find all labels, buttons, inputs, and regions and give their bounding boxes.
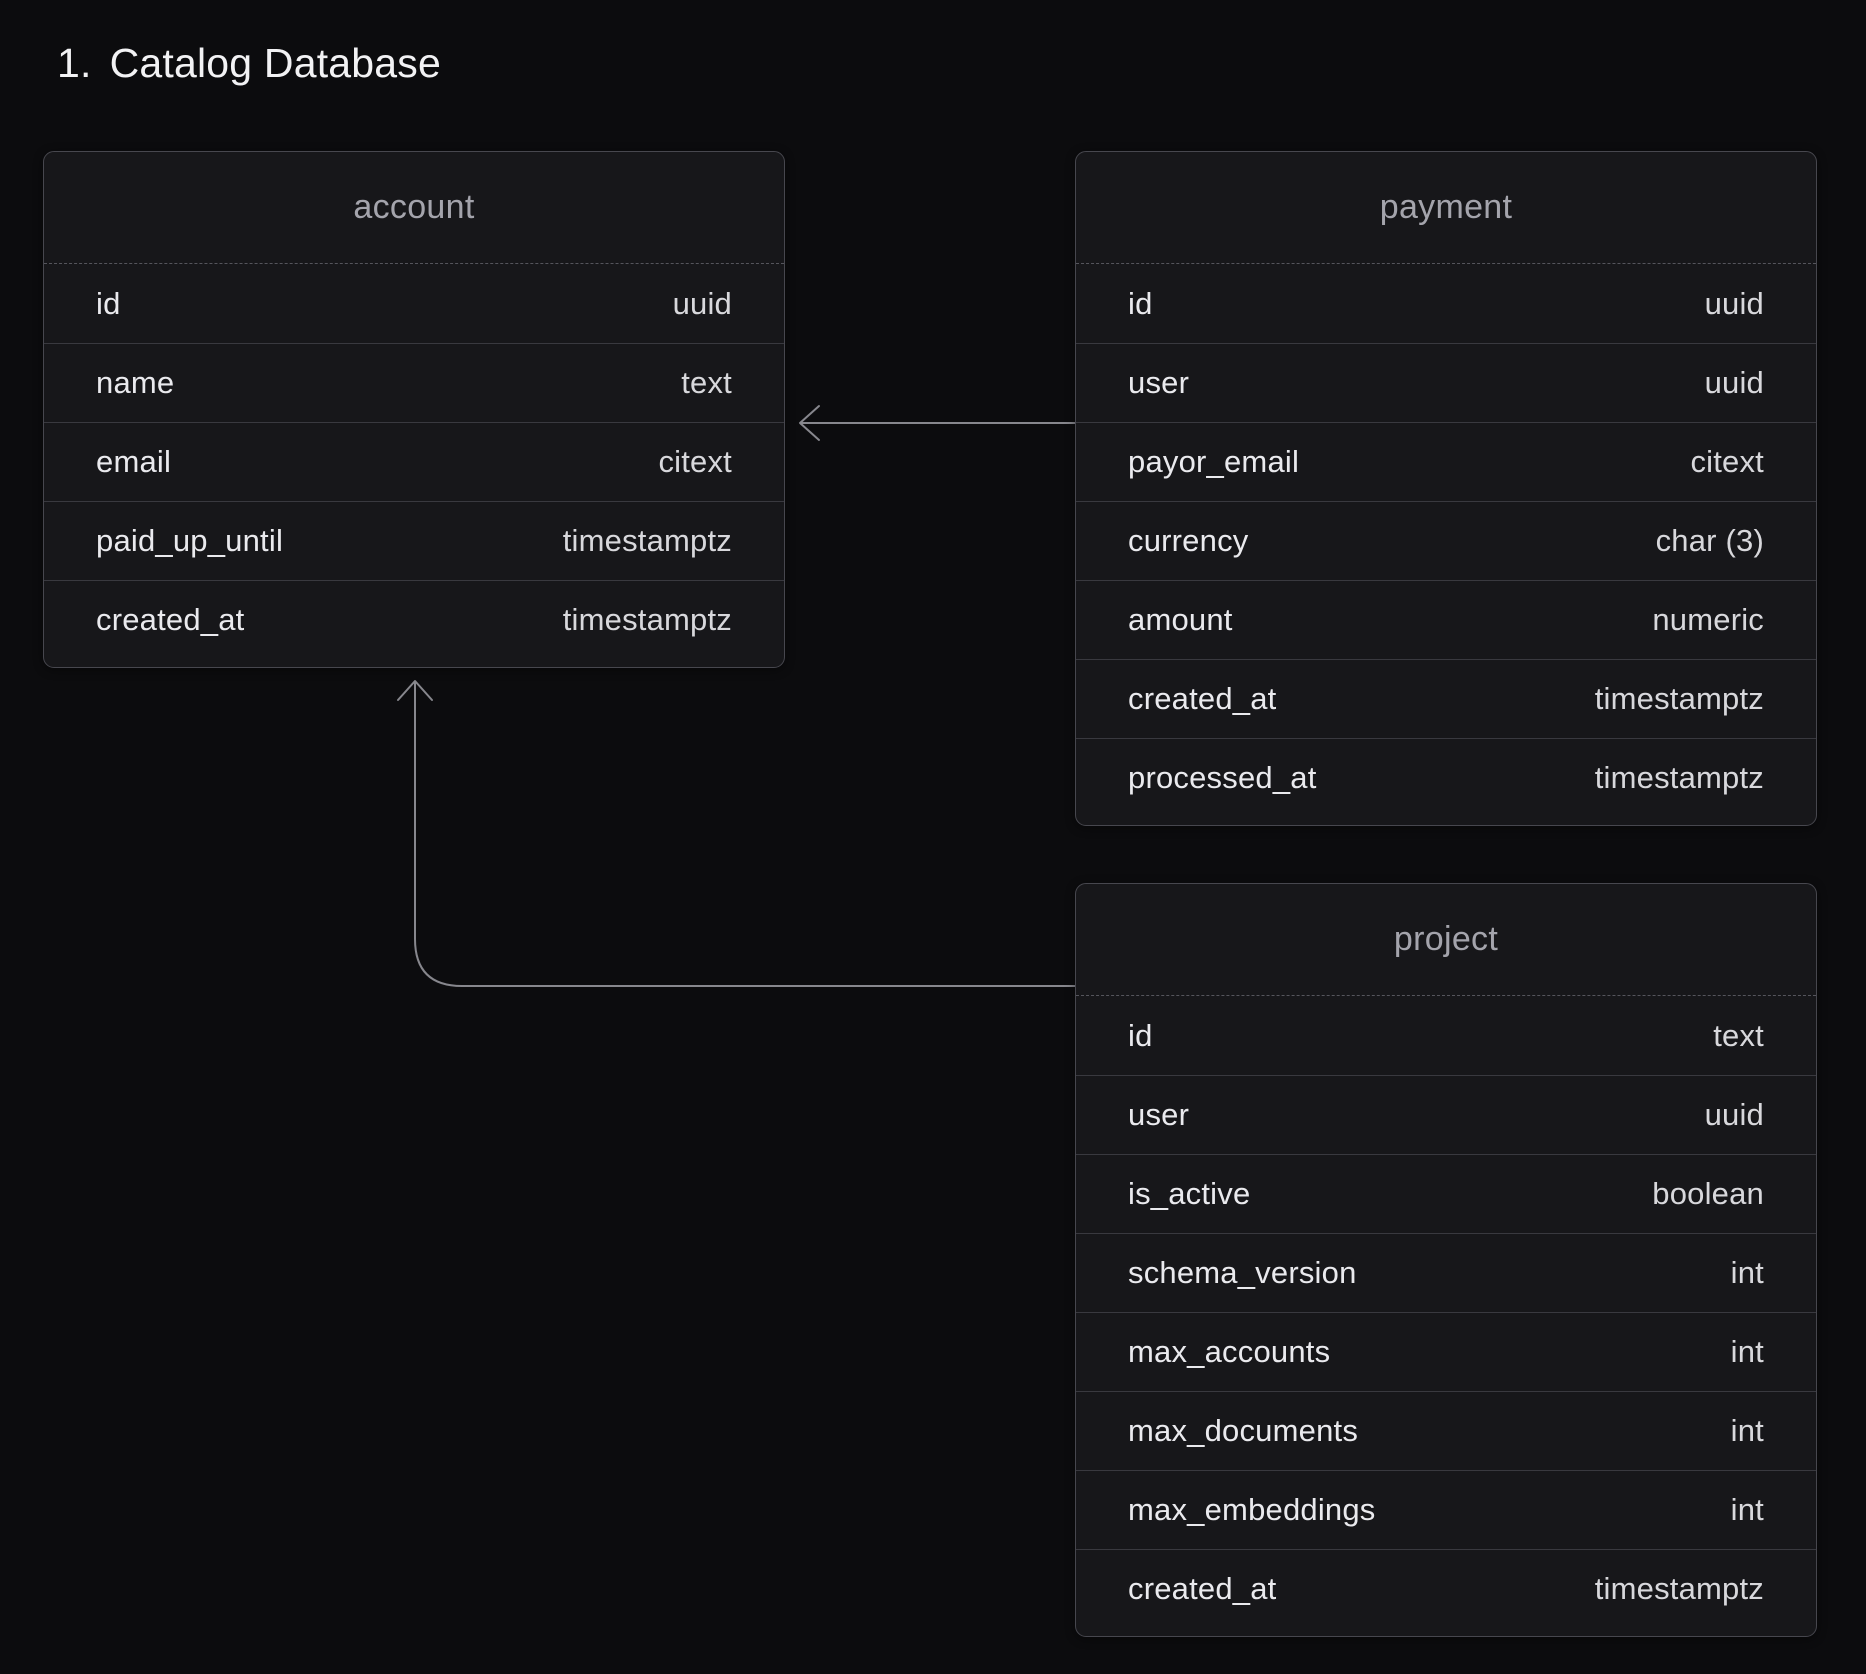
column-type: timestamptz	[563, 523, 732, 559]
table-row: user uuid	[1076, 343, 1816, 422]
table-row: created_at timestamptz	[1076, 1549, 1816, 1628]
table-card-project[interactable]: project id text user uuid is_active bool…	[1075, 883, 1817, 1637]
table-header: payment	[1076, 152, 1816, 264]
edge-line	[415, 683, 1075, 986]
column-name: max_embeddings	[1128, 1492, 1376, 1528]
column-type: char (3)	[1656, 523, 1764, 559]
table-card-account[interactable]: account id uuid name text email citext p…	[43, 151, 785, 668]
table-row: processed_at timestamptz	[1076, 738, 1816, 817]
column-name: created_at	[96, 602, 245, 638]
column-name: id	[96, 286, 121, 322]
column-name: max_accounts	[1128, 1334, 1330, 1370]
column-name: user	[1128, 1097, 1189, 1133]
table-row: email citext	[44, 422, 784, 501]
column-type: timestamptz	[1595, 760, 1764, 796]
table-row: amount numeric	[1076, 580, 1816, 659]
column-type: timestamptz	[563, 602, 732, 638]
column-type: int	[1731, 1413, 1764, 1449]
column-name: paid_up_until	[96, 523, 283, 559]
arrowhead-up-icon	[398, 681, 432, 700]
table-row: name text	[44, 343, 784, 422]
table-rows: id uuid name text email citext paid_up_u…	[44, 264, 784, 667]
table-row: user uuid	[1076, 1075, 1816, 1154]
page-title-marker: 1.	[57, 40, 92, 87]
column-type: citext	[1690, 444, 1764, 480]
page-title: 1. Catalog Database	[57, 40, 441, 87]
table-rows: id uuid user uuid payor_email citext cur…	[1076, 264, 1816, 825]
column-name: email	[96, 444, 171, 480]
table-row: max_documents int	[1076, 1391, 1816, 1470]
table-header: project	[1076, 884, 1816, 996]
column-name: currency	[1128, 523, 1248, 559]
column-name: is_active	[1128, 1176, 1250, 1212]
table-row: id uuid	[1076, 264, 1816, 343]
column-type: int	[1731, 1334, 1764, 1370]
column-name: name	[96, 365, 174, 401]
column-name: id	[1128, 286, 1153, 322]
column-name: created_at	[1128, 1571, 1277, 1607]
column-type: boolean	[1652, 1176, 1764, 1212]
table-row: id text	[1076, 996, 1816, 1075]
table-row: schema_version int	[1076, 1233, 1816, 1312]
column-type: int	[1731, 1255, 1764, 1291]
column-name: id	[1128, 1018, 1153, 1054]
table-row: is_active boolean	[1076, 1154, 1816, 1233]
table-row: currency char (3)	[1076, 501, 1816, 580]
page-title-text: Catalog Database	[110, 40, 441, 87]
table-row: payor_email citext	[1076, 422, 1816, 501]
column-type: uuid	[1705, 365, 1764, 401]
column-name: amount	[1128, 602, 1233, 638]
arrowhead-left-icon	[800, 406, 819, 440]
column-name: user	[1128, 365, 1189, 401]
column-type: uuid	[1705, 1097, 1764, 1133]
column-type: uuid	[673, 286, 732, 322]
table-row: max_accounts int	[1076, 1312, 1816, 1391]
column-name: max_documents	[1128, 1413, 1358, 1449]
column-type: uuid	[1705, 286, 1764, 322]
table-row: created_at timestamptz	[1076, 659, 1816, 738]
column-type: timestamptz	[1595, 1571, 1764, 1607]
column-type: citext	[658, 444, 732, 480]
column-name: created_at	[1128, 681, 1277, 717]
column-name: payor_email	[1128, 444, 1299, 480]
table-row: max_embeddings int	[1076, 1470, 1816, 1549]
column-name: schema_version	[1128, 1255, 1357, 1291]
edge-project-to-account	[398, 681, 1075, 986]
table-card-payment[interactable]: payment id uuid user uuid payor_email ci…	[1075, 151, 1817, 826]
column-type: text	[681, 365, 732, 401]
table-row: paid_up_until timestamptz	[44, 501, 784, 580]
table-rows: id text user uuid is_active boolean sche…	[1076, 996, 1816, 1636]
table-row: id uuid	[44, 264, 784, 343]
erd-canvas: 1. Catalog Database account id uuid name…	[0, 0, 1866, 1674]
column-type: int	[1731, 1492, 1764, 1528]
column-type: timestamptz	[1595, 681, 1764, 717]
column-name: processed_at	[1128, 760, 1317, 796]
column-type: numeric	[1652, 602, 1764, 638]
table-row: created_at timestamptz	[44, 580, 784, 659]
edge-payment-to-account	[800, 406, 1075, 440]
table-header: account	[44, 152, 784, 264]
column-type: text	[1713, 1018, 1764, 1054]
